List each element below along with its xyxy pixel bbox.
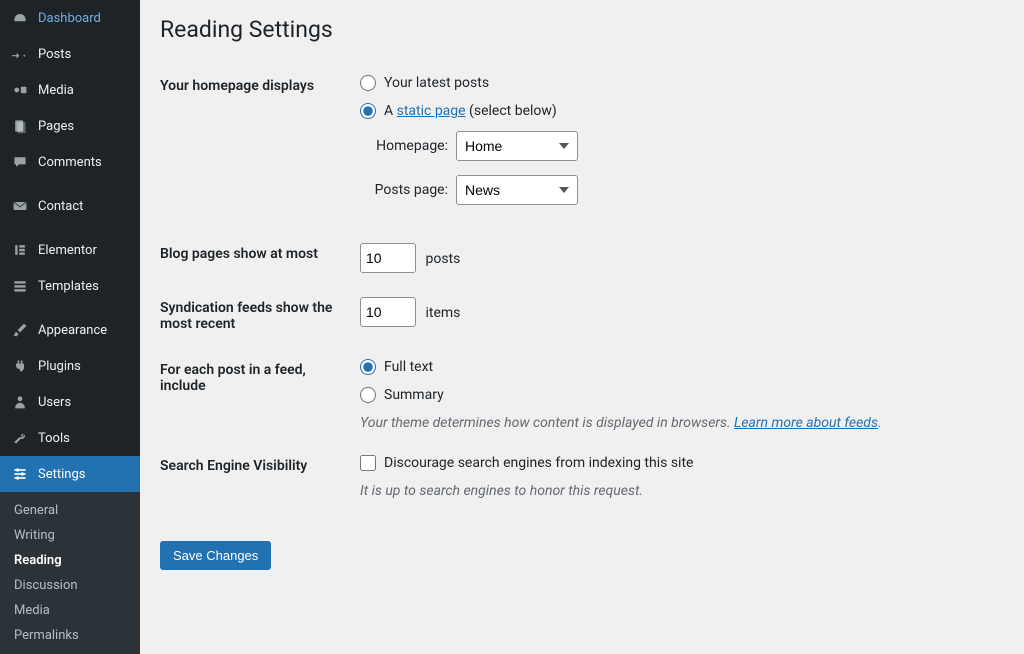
sidebar-item-dashboard[interactable]: Dashboard: [0, 0, 140, 36]
submenu-item-discussion[interactable]: Discussion: [0, 573, 140, 598]
user-icon: [10, 392, 30, 412]
admin-sidebar: Dashboard Posts Media Pages Comments Contact E…: [0, 0, 140, 654]
submenu-item-media[interactable]: Media: [0, 598, 140, 623]
sidebar-item-label: Contact: [38, 199, 83, 214]
main-content: Reading Settings Your homepage displays …: [140, 0, 1024, 654]
homepage-select-label: Homepage:: [360, 138, 448, 154]
homepage-displays-label: Your homepage displays: [160, 63, 350, 231]
sidebar-item-label: Appearance: [38, 323, 107, 338]
feed-description: Your theme determines how content is dis…: [360, 415, 994, 431]
mail-icon: [10, 196, 30, 216]
syndication-label: Syndication feeds show the most recent: [160, 285, 350, 347]
brush-icon: [10, 320, 30, 340]
submenu-item-reading[interactable]: Reading: [0, 548, 140, 573]
comments-icon: [10, 152, 30, 172]
radio-summary-label: Summary: [384, 387, 444, 403]
submenu-item-general[interactable]: General: [0, 498, 140, 523]
sidebar-item-elementor[interactable]: Elementor: [0, 232, 140, 268]
elementor-icon: [10, 240, 30, 260]
sliders-icon: [10, 464, 30, 484]
radio-full-text-label: Full text: [384, 359, 433, 375]
homepage-select[interactable]: Home: [456, 131, 578, 161]
syndication-input[interactable]: [360, 297, 416, 327]
sidebar-item-pages[interactable]: Pages: [0, 108, 140, 144]
sidebar-item-label: Settings: [38, 467, 85, 482]
sidebar-item-label: Users: [38, 395, 71, 410]
sidebar-item-posts[interactable]: Posts: [0, 36, 140, 72]
sidebar-item-contact[interactable]: Contact: [0, 188, 140, 224]
pages-icon: [10, 116, 30, 136]
sidebar-item-label: Dashboard: [38, 11, 101, 26]
search-visibility-label: Search Engine Visibility: [160, 443, 350, 511]
posts-page-select-label: Posts page:: [360, 182, 448, 198]
blog-pages-label: Blog pages show at most: [160, 231, 350, 285]
sidebar-item-users[interactable]: Users: [0, 384, 140, 420]
wrench-icon: [10, 428, 30, 448]
search-visibility-checkbox-label: Discourage search engines from indexing …: [384, 455, 693, 471]
radio-latest-posts[interactable]: [360, 75, 376, 91]
sidebar-item-templates[interactable]: Templates: [0, 268, 140, 304]
posts-page-select[interactable]: News: [456, 175, 578, 205]
sidebar-item-media[interactable]: Media: [0, 72, 140, 108]
sidebar-item-label: Tools: [38, 431, 70, 446]
sidebar-item-settings[interactable]: Settings: [0, 456, 140, 492]
syndication-unit: items: [425, 305, 460, 321]
plug-icon: [10, 356, 30, 376]
sidebar-item-label: Templates: [38, 279, 99, 294]
radio-static-page-label: A static page (select below): [384, 103, 557, 119]
learn-more-feeds-link[interactable]: Learn more about feeds: [734, 415, 878, 431]
sidebar-item-label: Posts: [38, 47, 71, 62]
page-title: Reading Settings: [160, 16, 1004, 43]
feed-include-label: For each post in a feed, include: [160, 347, 350, 443]
radio-summary[interactable]: [360, 387, 376, 403]
sidebar-item-plugins[interactable]: Plugins: [0, 348, 140, 384]
submenu-item-permalinks[interactable]: Permalinks: [0, 623, 140, 648]
blog-pages-unit: posts: [425, 251, 460, 267]
dashboard-icon: [10, 8, 30, 28]
sidebar-item-label: Pages: [38, 119, 74, 134]
sidebar-item-tools[interactable]: Tools: [0, 420, 140, 456]
sidebar-item-label: Comments: [38, 155, 102, 170]
sidebar-item-comments[interactable]: Comments: [0, 144, 140, 180]
submenu-item-writing[interactable]: Writing: [0, 523, 140, 548]
radio-full-text[interactable]: [360, 359, 376, 375]
radio-static-page[interactable]: [360, 103, 376, 119]
sidebar-item-label: Elementor: [38, 243, 97, 258]
pin-icon: [10, 44, 30, 64]
sidebar-item-label: Plugins: [38, 359, 81, 374]
save-changes-button[interactable]: Save Changes: [160, 541, 271, 570]
static-page-link[interactable]: static page: [397, 103, 466, 119]
sidebar-item-label: Media: [38, 83, 74, 98]
search-visibility-description: It is up to search engines to honor this…: [360, 483, 994, 499]
radio-latest-posts-label: Your latest posts: [384, 75, 489, 91]
search-visibility-checkbox[interactable]: [360, 455, 376, 471]
media-icon: [10, 80, 30, 100]
templates-icon: [10, 276, 30, 296]
sidebar-item-appearance[interactable]: Appearance: [0, 312, 140, 348]
blog-pages-input[interactable]: [360, 243, 416, 273]
